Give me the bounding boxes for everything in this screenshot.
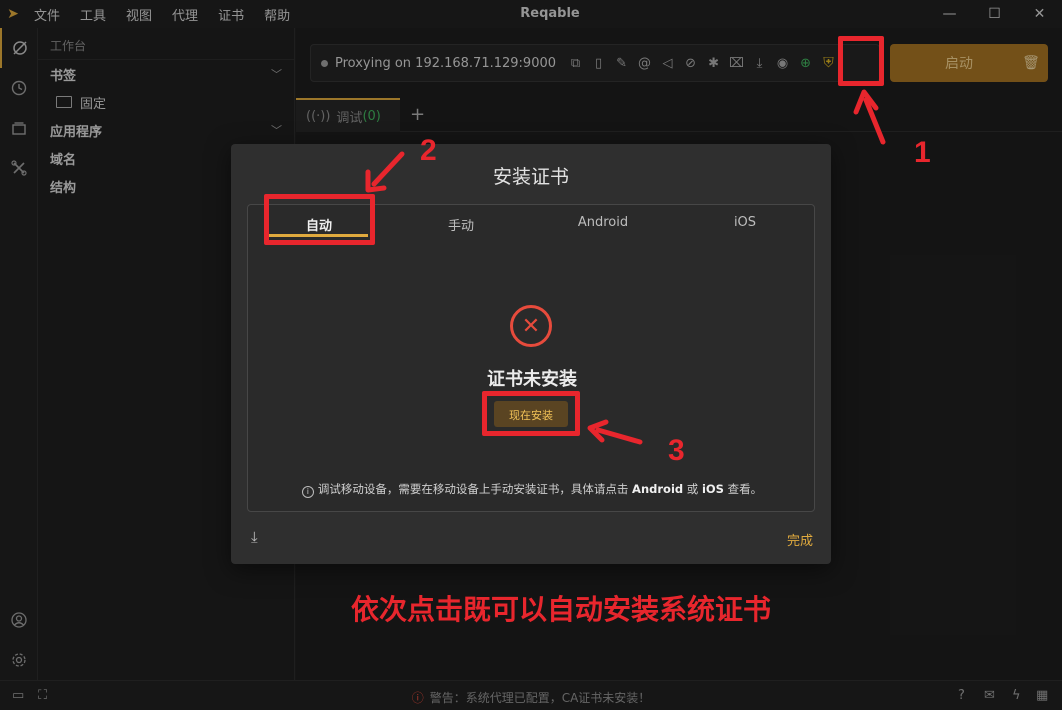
trash-icon[interactable]: 🗑: [1014, 55, 1048, 71]
tab-ios[interactable]: iOS: [674, 205, 816, 239]
active-tab-indicator: [264, 234, 368, 237]
tab-manual[interactable]: 手动: [390, 205, 532, 239]
sidebar-item-label: 应用程序: [50, 124, 103, 140]
annotation-step-1: 1: [914, 136, 931, 169]
script-off-icon[interactable]: ⌧: [725, 52, 748, 75]
folder-icon: [56, 96, 72, 108]
signal-icon: ((·)): [306, 108, 331, 124]
shield-certificate-icon[interactable]: ⛨: [817, 52, 840, 75]
globe-icon[interactable]: ⊕: [794, 52, 817, 75]
warning-text: 警告：系统代理已配置，CA证书未安装！: [429, 691, 651, 705]
tab-debug[interactable]: ((·)) 调试 (0): [296, 98, 400, 132]
annotation-caption: 依次点击既可以自动安装系统证书: [350, 593, 771, 626]
sidebar-item-label: 书签: [50, 68, 77, 84]
menu-view[interactable]: 视图: [126, 4, 152, 24]
mobile-icon[interactable]: ▯: [587, 52, 610, 75]
info-icon: i: [301, 486, 314, 498]
activity-rail: [0, 28, 38, 680]
title-bar: ➤ 文件 工具 视图 代理 证书 帮助 Reqable — ☐ ✕: [0, 0, 1062, 28]
chevron-down-icon: ﹀: [271, 68, 282, 81]
annotation-step-3: 3: [668, 434, 685, 467]
sidebar-item-label: 固定: [80, 96, 107, 112]
tools-icon[interactable]: [0, 148, 38, 188]
menu-bar: 文件 工具 视图 代理 证书 帮助: [34, 4, 310, 24]
menu-file[interactable]: 文件: [34, 4, 60, 24]
hint-ios-link[interactable]: iOS: [702, 482, 724, 496]
throttle-icon[interactable]: ◉: [771, 52, 794, 75]
warning-message: ⓘ 警告：系统代理已配置，CA证书未安装！: [0, 689, 1062, 706]
dialog-panel: 自动 手动 Android iOS ✕ 证书未安装 现在安装 i 调试移动设备，需…: [247, 204, 815, 512]
app-window: ➤ 文件 工具 视图 代理 证书 帮助 Reqable — ☐ ✕ 工作台 书签…: [0, 0, 1062, 710]
edit-icon[interactable]: ✎: [610, 52, 633, 75]
settings-icon[interactable]: [0, 640, 38, 680]
close-icon[interactable]: ✕: [1017, 0, 1062, 28]
bug-icon[interactable]: ✱: [702, 52, 725, 75]
history-icon[interactable]: [0, 68, 38, 108]
error-x-icon: ✕: [510, 305, 552, 347]
mute-icon[interactable]: ◁: [656, 52, 679, 75]
sidebar-item-applications[interactable]: 应用程序 ﹀: [38, 116, 294, 144]
chevron-down-icon: ﹀: [271, 124, 282, 137]
add-tab-icon[interactable]: +: [410, 104, 425, 125]
layout-icon[interactable]: ▦: [1036, 688, 1048, 703]
feedback-icon[interactable]: ✉: [984, 688, 995, 703]
tab-debug-count: (0): [362, 108, 381, 124]
tab-debug-label: 调试: [336, 110, 363, 126]
toolbar-icons: ⧉ ▯ ✎ @ ◁ ⊘ ✱ ⌧ ⤓ ◉ ⊕ ⛨: [564, 52, 840, 75]
maximize-icon[interactable]: ☐: [972, 0, 1017, 28]
sidebar-item-bookmarks[interactable]: 书签 ﹀: [38, 60, 294, 88]
hint-or: 或: [686, 482, 699, 496]
menu-help[interactable]: 帮助: [264, 4, 290, 24]
install-certificate-dialog: 安装证书 自动 手动 Android iOS ✕ 证书未安装 现在安装 i 调试移…: [231, 144, 831, 564]
copy-icon[interactable]: ⧉: [564, 52, 587, 75]
window-controls: — ☐ ✕: [927, 0, 1062, 28]
sidebar-item-pinned[interactable]: 固定: [38, 88, 294, 116]
dialog-title: 安装证书: [492, 166, 569, 188]
breakpoint-off-icon[interactable]: ⊘: [679, 52, 702, 75]
proxy-toolbar: Proxying on 192.168.71.129:9000 ⧉ ▯ ✎ @ …: [310, 44, 880, 82]
install-now-button[interactable]: 现在安装: [494, 401, 568, 427]
proxy-status-dot-icon: [321, 59, 328, 67]
rewrite-icon[interactable]: @: [633, 52, 656, 75]
status-bar: ▭ ⛶ ⓘ 警告：系统代理已配置，CA证书未安装！ ? ✉ ϟ ▦: [0, 680, 1062, 710]
annotation-step-2: 2: [420, 134, 437, 167]
help-icon[interactable]: ?: [958, 688, 965, 703]
collections-icon[interactable]: [0, 108, 38, 148]
menu-tools[interactable]: 工具: [80, 4, 106, 24]
start-button[interactable]: 启动 🗑: [890, 44, 1048, 82]
download-icon[interactable]: ⤓: [748, 52, 771, 75]
menu-proxy[interactable]: 代理: [172, 4, 198, 24]
sidebar-header: 工作台: [38, 28, 294, 60]
sidebar-item-label: 域名: [50, 152, 77, 168]
proxy-status-text: Proxying on 192.168.71.129:9000: [335, 55, 557, 71]
mobile-hint: i 调试移动设备，需要在移动设备上手动安装证书，具体请点击 Android 或 i…: [248, 481, 816, 498]
hint-android-link[interactable]: Android: [632, 482, 683, 496]
download-certificate-icon[interactable]: ⤓: [251, 528, 258, 546]
capture-icon[interactable]: [0, 28, 38, 68]
start-button-label: 启动: [945, 56, 973, 72]
app-logo-icon: ➤: [7, 6, 19, 22]
hint-prefix: 调试移动设备，需要在移动设备上手动安装证书，具体请点击: [317, 482, 629, 496]
menu-certificate[interactable]: 证书: [218, 4, 244, 24]
certificate-status: 证书未安装: [487, 369, 577, 390]
done-button[interactable]: 完成: [787, 530, 813, 549]
flash-icon[interactable]: ϟ: [1012, 688, 1021, 703]
hint-suffix: 查看。: [727, 482, 763, 496]
session-tabbar: ((·)) 调试 (0) +: [296, 98, 1062, 132]
warning-icon: ⓘ: [411, 691, 424, 705]
tab-android[interactable]: Android: [532, 205, 674, 239]
sidebar-item-label: 结构: [50, 180, 77, 196]
minimize-icon[interactable]: —: [927, 0, 972, 28]
